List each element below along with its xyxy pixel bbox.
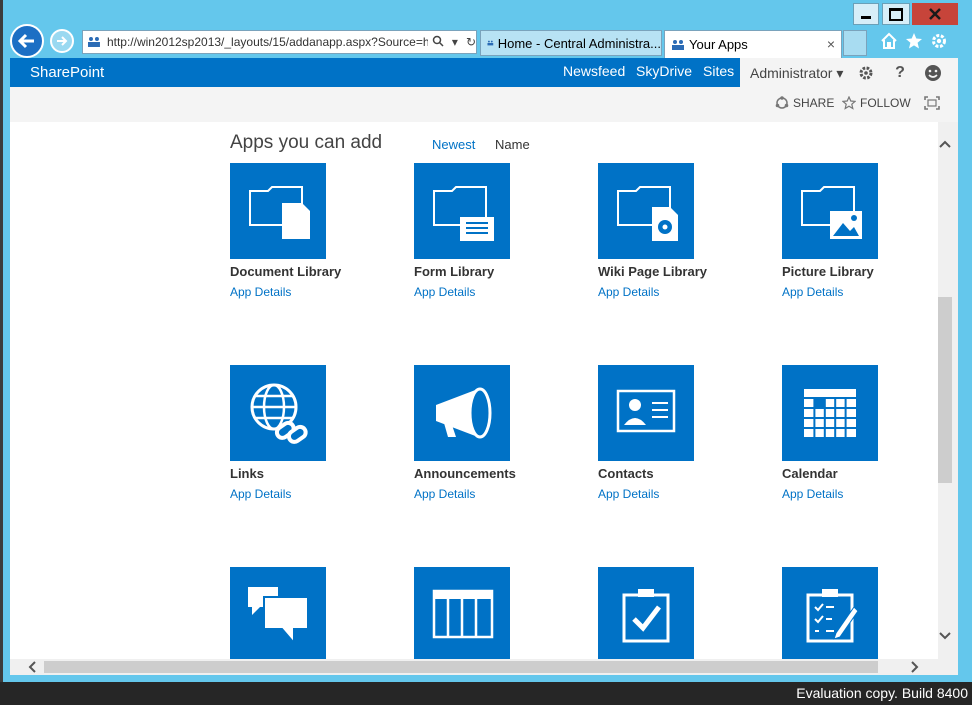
scroll-up-arrow-icon[interactable] xyxy=(938,136,952,152)
smiley-feedback-icon[interactable] xyxy=(924,64,942,82)
app-name[interactable]: Wiki Page Library xyxy=(598,264,707,279)
close-window-button[interactable] xyxy=(912,3,958,25)
issue-tracking-icon xyxy=(806,589,859,643)
app-name[interactable]: Document Library xyxy=(230,264,341,279)
suite-link-sites[interactable]: Sites xyxy=(703,63,734,79)
app-details-link[interactable]: App Details xyxy=(414,487,475,501)
scrollbar-corner xyxy=(938,659,958,675)
app-name[interactable]: Contacts xyxy=(598,466,654,481)
app-tile-contacts[interactable] xyxy=(598,365,694,461)
app-tile-wiki-page-library[interactable] xyxy=(598,163,694,259)
share-icon xyxy=(775,96,789,109)
arrow-right-icon xyxy=(57,36,68,46)
tab-label: Home - Central Administra... xyxy=(497,35,661,51)
favorites-star-icon[interactable] xyxy=(903,30,925,52)
document-library-icon xyxy=(249,186,310,239)
app-tile-picture-library[interactable] xyxy=(782,163,878,259)
app-tile-document-library[interactable] xyxy=(230,163,326,259)
calendar-icon xyxy=(804,389,856,437)
horizontal-scroll-thumb[interactable] xyxy=(44,661,878,673)
suite-link-newsfeed[interactable]: Newsfeed xyxy=(563,63,625,79)
maximize-button[interactable] xyxy=(882,3,910,25)
form-library-icon xyxy=(433,186,494,241)
tab-label: Your Apps xyxy=(689,37,748,52)
settings-gear-icon[interactable] xyxy=(857,64,875,82)
sharepoint-brand[interactable]: SharePoint xyxy=(30,64,104,81)
sharepoint-site-icon xyxy=(672,39,684,50)
forward-button[interactable] xyxy=(50,29,74,53)
fullscreen-icon xyxy=(924,96,940,110)
scroll-right-arrow-icon[interactable] xyxy=(907,659,923,675)
app-details-link[interactable]: App Details xyxy=(598,487,659,501)
app-details-link[interactable]: App Details xyxy=(230,285,291,299)
app-tile-issue-tracking[interactable] xyxy=(782,567,878,659)
refresh-icon[interactable]: ↻ xyxy=(466,35,476,50)
user-menu[interactable]: Administrator ▾ xyxy=(740,58,844,87)
app-tile-form-library[interactable] xyxy=(414,163,510,259)
suite-link-skydrive[interactable]: SkyDrive xyxy=(636,63,692,79)
app-name[interactable]: Links xyxy=(230,466,264,481)
scroll-left-arrow-icon[interactable] xyxy=(24,659,40,675)
sharepoint-site-icon xyxy=(87,37,100,47)
app-tile-calendar[interactable] xyxy=(782,365,878,461)
app-details-link[interactable]: App Details xyxy=(782,285,843,299)
arrow-left-icon xyxy=(17,33,34,49)
follow-label: FOLLOW xyxy=(860,96,911,110)
app-tile-links[interactable] xyxy=(230,365,326,461)
tasks-icon xyxy=(622,589,670,643)
share-button[interactable]: SHARE xyxy=(775,96,834,110)
help-icon[interactable]: ? xyxy=(891,64,909,82)
app-tile-announcements[interactable] xyxy=(414,365,510,461)
app-details-link[interactable]: App Details xyxy=(598,285,659,299)
vertical-scroll-thumb[interactable] xyxy=(938,297,952,483)
app-tile-custom-list[interactable] xyxy=(414,567,510,659)
home-icon[interactable] xyxy=(878,30,900,52)
app-details-link[interactable]: App Details xyxy=(414,285,475,299)
minimize-button[interactable] xyxy=(853,3,879,25)
close-icon xyxy=(929,8,941,20)
follow-button[interactable]: FOLLOW xyxy=(842,96,911,110)
sharepoint-site-icon xyxy=(487,40,494,46)
focus-on-content-button[interactable] xyxy=(924,96,940,110)
tab-home-central-admin[interactable]: Home - Central Administra... xyxy=(480,30,662,56)
star-outline-icon xyxy=(842,96,856,110)
custom-list-icon xyxy=(432,589,494,639)
main-content: Apps you can add Newest Name Document Li… xyxy=(10,122,938,659)
tab-your-apps[interactable]: Your Apps × xyxy=(664,30,842,58)
app-details-link[interactable]: App Details xyxy=(782,487,843,501)
discussion-board-icon xyxy=(248,587,309,646)
sort-newest-link[interactable]: Newest xyxy=(432,137,475,152)
suite-bar: SharePoint Newsfeed SkyDrive Sites Admin… xyxy=(10,58,958,87)
app-name[interactable]: Announcements xyxy=(414,466,516,481)
ribbon-bar: SHARE FOLLOW xyxy=(10,87,958,122)
evaluation-watermark: Evaluation copy. Build 8400 xyxy=(796,685,968,701)
new-tab-button[interactable] xyxy=(843,30,867,56)
dropdown-arrow-icon[interactable]: ▾ xyxy=(452,35,458,50)
search-icon[interactable] xyxy=(432,35,444,50)
share-label: SHARE xyxy=(793,96,835,110)
sort-name-link[interactable]: Name xyxy=(495,137,530,152)
app-name[interactable]: Form Library xyxy=(414,264,494,279)
address-bar[interactable]: http://win2012sp2013/_layouts/15/addanap… xyxy=(82,30,477,54)
app-name[interactable]: Calendar xyxy=(782,466,838,481)
tab-close-button[interactable]: × xyxy=(827,36,835,52)
links-icon xyxy=(250,383,308,444)
contacts-icon xyxy=(616,389,676,433)
url-text[interactable]: http://win2012sp2013/_layouts/15/addanap… xyxy=(107,35,428,49)
app-name[interactable]: Picture Library xyxy=(782,264,874,279)
tools-gear-icon[interactable] xyxy=(928,30,950,52)
wiki-page-library-icon xyxy=(617,186,678,241)
scroll-down-arrow-icon[interactable] xyxy=(938,628,952,644)
announcements-icon xyxy=(436,387,492,439)
page-title: Apps you can add xyxy=(230,132,383,153)
app-details-link[interactable]: App Details xyxy=(230,487,291,501)
picture-library-icon xyxy=(801,186,862,239)
app-tile-tasks[interactable] xyxy=(598,567,694,659)
back-button[interactable] xyxy=(10,24,44,58)
app-tile-discussion-board[interactable] xyxy=(230,567,326,659)
